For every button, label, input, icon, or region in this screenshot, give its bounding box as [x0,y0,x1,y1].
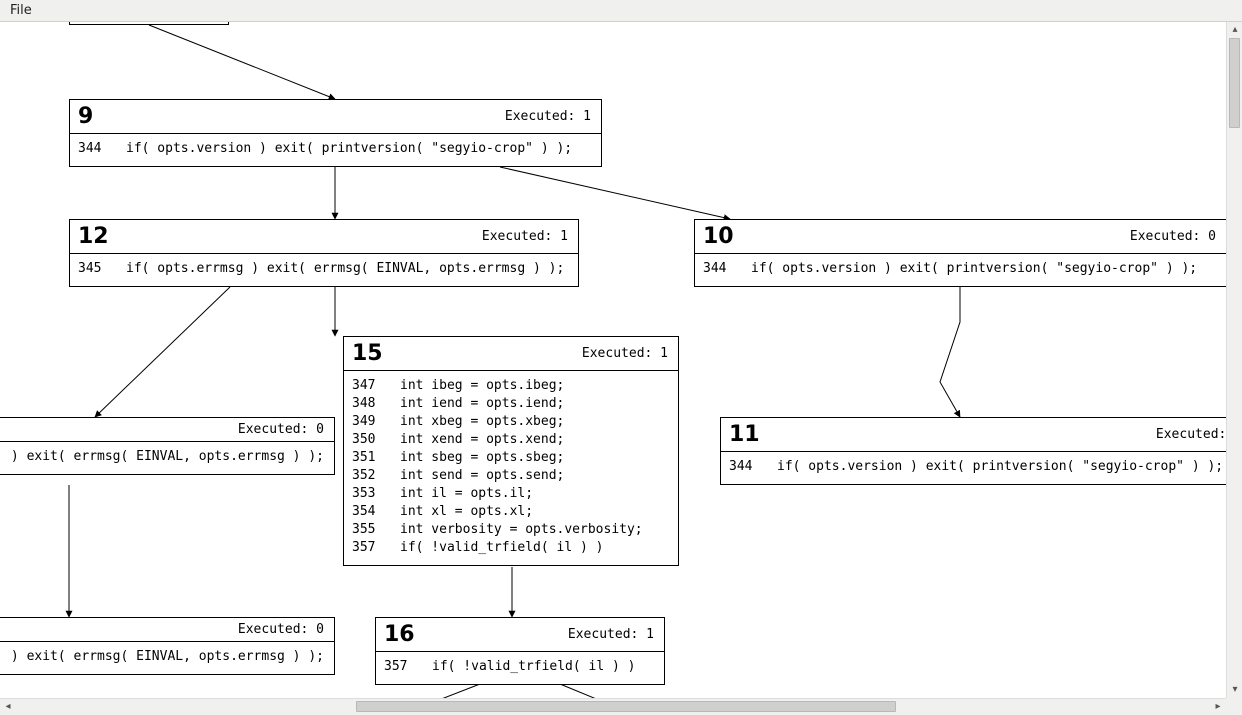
line-number: 344 [78,140,126,158]
line-number: 352 [352,467,400,485]
node-id: 12 [78,224,109,249]
code-line: int send = opts.send; [400,467,564,485]
line-number: 345 [78,260,126,278]
code-line: if( opts.version ) exit( printversion( "… [126,140,572,158]
line-number: 344 [729,458,777,476]
line-number: 350 [352,431,400,449]
scroll-left-icon[interactable]: ◂ [0,699,16,715]
scrollbar-corner [1226,698,1242,714]
code-line: int verbosity = opts.verbosity; [400,521,643,539]
cfg-node-12[interactable]: 12 Executed: 1 345if( opts.errmsg ) exit( … [69,219,579,287]
line-number: 355 [352,521,400,539]
code-line: if( !valid_trfield( il ) ) [400,539,604,557]
graph-viewport[interactable]: 9Executed: 1344if( opts.version ) exit( … [0,22,1226,698]
node-body: 347int ibeg = opts.ibeg;348int iend = op… [344,371,678,565]
node-id: 10 [703,224,734,249]
code-line: int iend = opts.iend; [400,395,564,413]
code-line: ) exit( errmsg( EINVAL, opts.errmsg ) ); [11,448,324,466]
executed-count: Executed: 1 [582,346,668,361]
executed-count: Executed: 1 [568,627,654,642]
cfg-node-nc2[interactable]: Executed: 0 ) exit( errmsg( EINVAL, opts.… [0,617,335,675]
scroll-right-icon[interactable]: ▸ [1210,699,1226,715]
menubar: File [0,0,1242,22]
hscroll-track[interactable] [16,699,1210,714]
vertical-scrollbar[interactable]: ▴ ▾ [1226,22,1242,698]
executed-count: Executed: 1 [482,229,568,244]
node-id: 9 [78,104,93,129]
executed-count: Executed: 0 [1156,427,1226,442]
node-body: 344if( opts.version ) exit( printversion… [70,134,601,166]
node-body: 357if( !valid_trfield( il ) ) [376,652,664,684]
code-line: int xend = opts.xend; [400,431,564,449]
code-line: if( opts.version ) exit( printversion( "… [777,458,1223,476]
executed-count: Executed: 0 [1130,229,1216,244]
code-line: ) exit( errmsg( EINVAL, opts.errmsg ) ); [11,648,324,666]
node-body: 344if( opts.version ) exit( printversion… [695,254,1226,286]
code-line: int xl = opts.xl; [400,503,533,521]
line-number: 347 [352,377,400,395]
edge [940,287,960,417]
line-number: 351 [352,449,400,467]
code-line: if( opts.errmsg ) exit( errmsg( EINVAL, … [126,260,564,278]
hscroll-thumb[interactable] [356,701,896,712]
horizontal-scrollbar[interactable]: ◂ ▸ [0,698,1226,714]
menu-file[interactable]: File [8,3,34,18]
scroll-up-icon[interactable]: ▴ [1227,22,1242,38]
code-line: if( opts.version ) exit( printversion( "… [751,260,1197,278]
node-body: 345if( opts.errmsg ) exit( errmsg( EINVA… [70,254,578,286]
edge [500,167,730,219]
scroll-down-icon[interactable]: ▾ [1227,682,1242,698]
cfg-node-10[interactable]: 10 Executed: 0 344if( opts.version ) exit(… [694,219,1226,287]
line-number: 354 [352,503,400,521]
line-number: 349 [352,413,400,431]
cfg-node-11[interactable]: 11 Executed: 0 344if( opts.version ) exit(… [720,417,1226,485]
cfg-node-15[interactable]: 15 Executed: 1 347int ibeg = opts.ibeg;348… [343,336,679,566]
cfg-node-ntop[interactable] [69,22,229,25]
line-number: 348 [352,395,400,413]
edge [395,684,480,698]
executed-count: Executed: 0 [238,622,324,637]
code-line: if( !valid_trfield( il ) ) [432,658,636,676]
line-number: 344 [703,260,751,278]
node-id: 15 [352,341,383,366]
vscroll-track[interactable] [1227,38,1242,682]
cfg-node-nc1[interactable]: Executed: 0 ) exit( errmsg( EINVAL, opts.… [0,417,335,475]
executed-count: Executed: 0 [238,422,324,437]
code-line: int xbeg = opts.xbeg; [400,413,564,431]
node-id: 16 [384,622,415,647]
code-line: int ibeg = opts.ibeg; [400,377,564,395]
executed-count: Executed: 1 [505,109,591,124]
vscroll-thumb[interactable] [1229,38,1240,128]
edge [95,287,230,417]
cfg-node-9[interactable]: 9 Executed: 1 344if( opts.version ) exit( … [69,99,602,167]
code-line: int sbeg = opts.sbeg; [400,449,564,467]
cfg-node-16[interactable]: 16 Executed: 1 357if( !valid_trfield( il )… [375,617,665,685]
line-number: 353 [352,485,400,503]
code-line: int il = opts.il; [400,485,533,503]
graph-canvas[interactable]: 9Executed: 1344if( opts.version ) exit( … [0,22,1226,698]
line-number: 357 [384,658,432,676]
edge [149,25,335,99]
line-number: 357 [352,539,400,557]
node-body: ) exit( errmsg( EINVAL, opts.errmsg ) ); [0,442,334,474]
node-body: ) exit( errmsg( EINVAL, opts.errmsg ) ); [0,642,334,674]
node-id: 11 [729,422,760,447]
node-body: 344if( opts.version ) exit( printversion… [721,452,1226,484]
edge [560,684,640,698]
